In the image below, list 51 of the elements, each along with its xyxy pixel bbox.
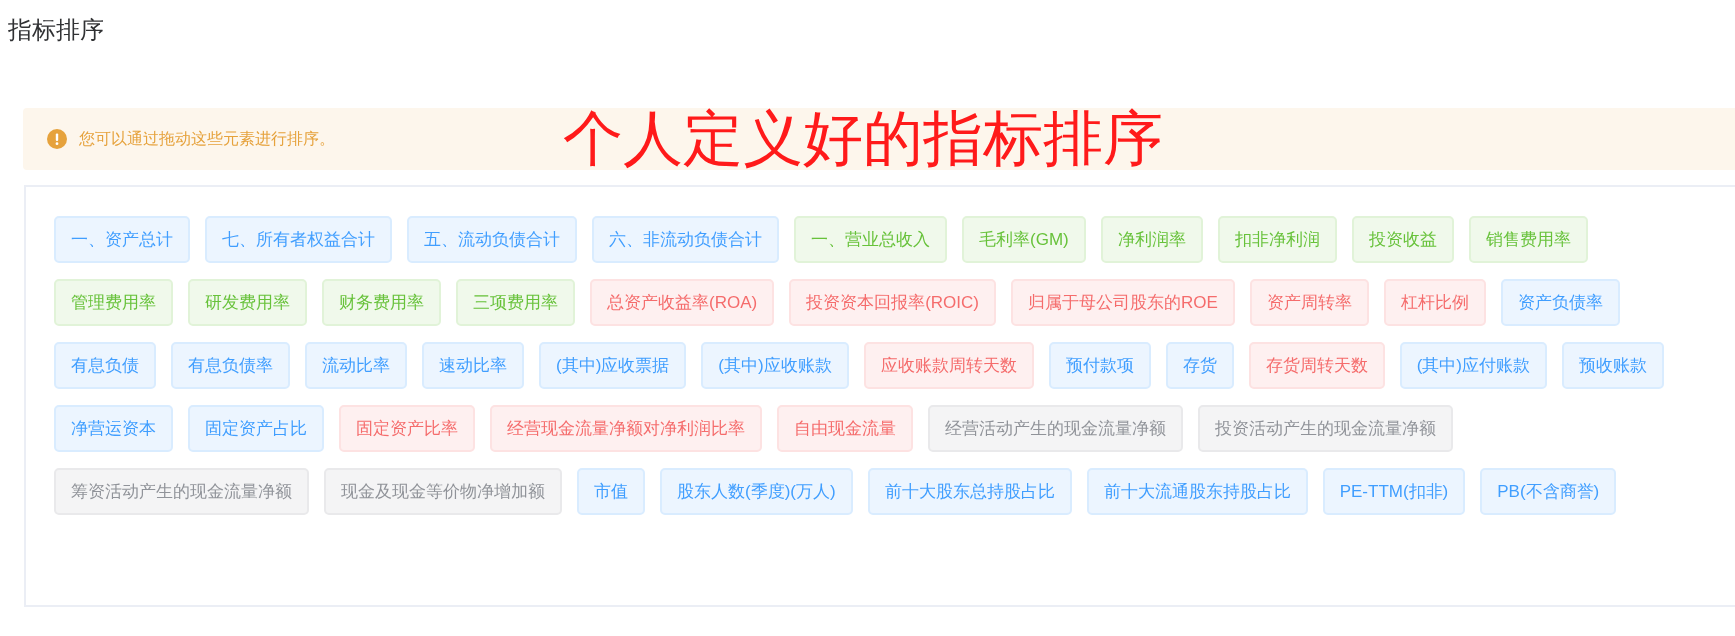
metric-tag[interactable]: 经营活动产生的现金流量净额: [928, 405, 1183, 452]
metric-tag[interactable]: 一、营业总收入: [794, 216, 947, 263]
metric-tag[interactable]: 股东人数(季度)(万人): [660, 468, 853, 515]
metric-tag[interactable]: (其中)应收账款: [701, 342, 849, 389]
metric-tag[interactable]: 净营运资本: [54, 405, 173, 452]
metric-tag[interactable]: 资产周转率: [1249, 279, 1369, 326]
metric-tag[interactable]: (其中)应付账款: [1399, 342, 1547, 389]
metric-tag[interactable]: 市值: [577, 468, 645, 515]
metric-tag[interactable]: 存货周转天数: [1248, 342, 1385, 389]
warning-icon: [47, 129, 67, 149]
metric-tag[interactable]: 经营现金流量净额对净利润比率: [490, 405, 762, 452]
metric-tag[interactable]: 存货: [1165, 342, 1234, 389]
metric-tag[interactable]: 归属于母公司股东的ROE: [1011, 279, 1235, 326]
metric-tag[interactable]: 前十大股东总持股占比: [867, 468, 1072, 515]
metric-tag[interactable]: 筹资活动产生的现金流量净额: [54, 468, 309, 515]
metric-tag[interactable]: 投资资本回报率(ROIC): [789, 279, 996, 326]
metric-tag[interactable]: 固定资产占比: [188, 405, 324, 452]
annotation-text: 个人定义好的指标排序: [563, 104, 1163, 174]
metric-tag[interactable]: 七、所有者权益合计: [205, 216, 392, 263]
metric-tag[interactable]: 管理费用率: [54, 279, 173, 326]
metric-tag[interactable]: 自由现金流量: [777, 405, 913, 452]
metric-tag[interactable]: 毛利率(GM): [962, 216, 1086, 263]
metric-tag[interactable]: 速动比率: [422, 342, 524, 389]
metric-tag[interactable]: PB(不含商誉): [1480, 468, 1617, 515]
metric-tag[interactable]: 预付款项: [1048, 342, 1151, 389]
metric-tag[interactable]: 一、资产总计: [54, 216, 190, 263]
metric-tag[interactable]: 有息负债率: [171, 342, 290, 389]
metric-tag[interactable]: 预收账款: [1562, 342, 1664, 389]
metric-tag[interactable]: (其中)应收票据: [539, 342, 687, 389]
metric-tag[interactable]: 研发费用率: [188, 279, 307, 326]
metric-tag[interactable]: 有息负债: [54, 342, 156, 389]
metric-tag[interactable]: 五、流动负债合计: [407, 216, 577, 263]
metric-tag[interactable]: 财务费用率: [322, 279, 441, 326]
metric-tag[interactable]: 投资活动产生的现金流量净额: [1198, 405, 1453, 452]
metric-tag[interactable]: 六、非流动负债合计: [592, 216, 779, 263]
metric-tag[interactable]: 资产负债率: [1500, 279, 1620, 326]
metric-tag[interactable]: 净利润率: [1100, 216, 1203, 263]
metric-tag[interactable]: 杠杆比例: [1383, 279, 1486, 326]
metric-tag[interactable]: 固定资产比率: [339, 405, 475, 452]
metric-tag[interactable]: 扣非净利润: [1217, 216, 1337, 263]
metric-tag[interactable]: 应收账款周转天数: [863, 342, 1034, 389]
metric-tag[interactable]: 现金及现金等价物净增加额: [324, 468, 562, 515]
metric-tag[interactable]: 销售费用率: [1468, 216, 1588, 263]
alert-text: 您可以通过拖动这些元素进行排序。: [79, 129, 335, 149]
metric-tag[interactable]: PE-TTM(扣非): [1322, 468, 1466, 515]
metric-tag[interactable]: 投资收益: [1351, 216, 1454, 263]
metric-tag[interactable]: 前十大流通股东持股占比: [1086, 468, 1308, 515]
metric-tag[interactable]: 三项费用率: [456, 279, 575, 326]
metric-tag[interactable]: 流动比率: [305, 342, 407, 389]
page-title: 指标排序: [8, 15, 104, 45]
metric-tag[interactable]: 总资产收益率(ROA): [590, 279, 775, 326]
